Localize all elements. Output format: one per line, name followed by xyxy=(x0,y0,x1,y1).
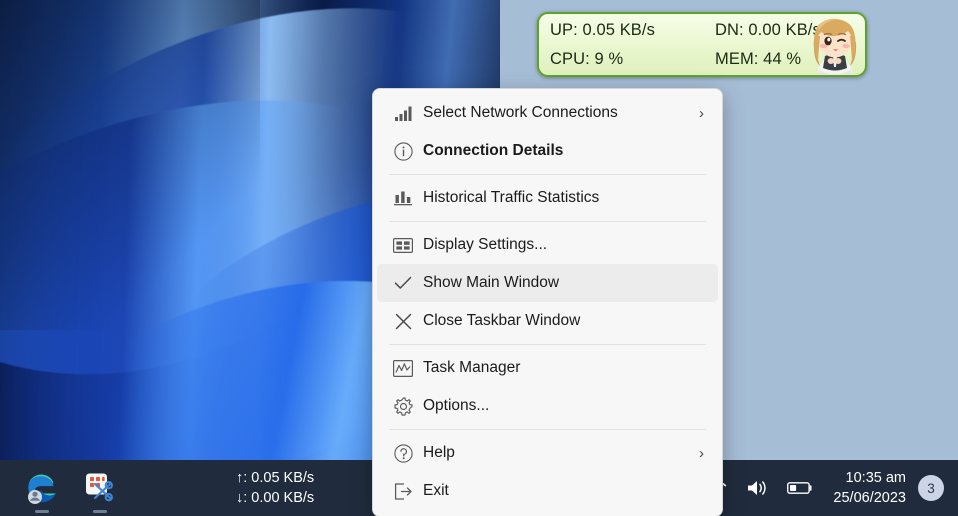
chevron-right-icon: › xyxy=(699,104,704,122)
task-manager-icon xyxy=(383,359,423,377)
desktop-screen: UP: 0.05 KB/s DN: 0.00 KB/s CPU: 9 % MEM… xyxy=(0,0,958,516)
menu-item-label: Show Main Window xyxy=(423,274,560,292)
menu-item-show-main-window[interactable]: Show Main Window xyxy=(377,264,718,302)
menu-item-options[interactable]: Options... xyxy=(377,387,718,425)
microsoft-edge-icon xyxy=(28,474,56,504)
info-circle-icon xyxy=(383,141,423,161)
exit-arrow-icon xyxy=(383,482,423,500)
menu-item-exit[interactable]: Exit xyxy=(377,472,718,510)
battery-icon[interactable] xyxy=(787,475,813,501)
menu-item-close-taskbar-window[interactable]: Close Taskbar Window xyxy=(377,302,718,340)
gear-icon xyxy=(383,396,423,416)
menu-item-label: Display Settings... xyxy=(423,236,548,254)
menu-item-label: Help xyxy=(423,444,455,462)
display-settings-icon xyxy=(383,237,423,253)
menu-item-label: Select Network Connections xyxy=(423,104,618,122)
volume-icon[interactable] xyxy=(745,475,771,501)
taskbar-upload-rate: ↑: 0.05 KB/s xyxy=(236,470,315,486)
menu-item-help[interactable]: Help › xyxy=(377,434,718,472)
menu-item-select-network-connections[interactable]: Select Network Connections › xyxy=(377,94,718,132)
clock-time: 10:35 am xyxy=(845,470,906,486)
close-x-icon xyxy=(383,313,423,330)
menu-separator xyxy=(389,429,706,430)
menu-item-display-settings[interactable]: Display Settings... xyxy=(377,226,718,264)
menu-item-label: Exit xyxy=(423,482,449,500)
checkmark-icon xyxy=(383,276,423,290)
chevron-right-icon: › xyxy=(699,444,704,462)
taskbar-app-buttons xyxy=(24,468,118,513)
taskbar-download-rate: ↓: 0.00 KB/s xyxy=(236,490,315,506)
menu-separator xyxy=(389,221,706,222)
signal-bars-icon xyxy=(383,106,423,121)
tray-context-menu[interactable]: Select Network Connections › Connection … xyxy=(372,88,723,516)
menu-separator xyxy=(389,344,706,345)
network-speed-widget[interactable]: UP: 0.05 KB/s DN: 0.00 KB/s CPU: 9 % MEM… xyxy=(537,12,867,77)
clock-date: 25/06/2023 xyxy=(833,490,906,506)
menu-item-label: Close Taskbar Window xyxy=(423,312,581,330)
widget-cpu-usage: CPU: 9 % xyxy=(550,50,624,68)
widget-upload-speed: UP: 0.05 KB/s xyxy=(550,21,655,39)
anime-girl-avatar xyxy=(805,14,865,75)
menu-separator xyxy=(389,174,706,175)
app-running-indicator xyxy=(93,509,107,513)
menu-item-label: Task Manager xyxy=(423,359,521,377)
notification-count-badge[interactable]: 3 xyxy=(918,475,944,501)
menu-item-connection-details[interactable]: Connection Details xyxy=(377,132,718,170)
menu-item-label: Connection Details xyxy=(423,142,564,160)
snipping-tool-icon xyxy=(86,473,113,502)
menu-item-label: Options... xyxy=(423,397,490,415)
menu-item-label: Historical Traffic Statistics xyxy=(423,189,600,207)
taskbar-app-microsoft-edge[interactable] xyxy=(24,468,60,513)
app-running-indicator xyxy=(35,509,49,513)
menu-item-task-manager[interactable]: Task Manager xyxy=(377,349,718,387)
taskbar-clock[interactable]: 10:35 am 25/06/2023 xyxy=(833,468,906,508)
taskbar-app-snipping-tool[interactable] xyxy=(82,468,118,513)
taskbar-net-rates: ↑: 0.05 KB/s ↓: 0.00 KB/s xyxy=(236,468,356,508)
bar-chart-icon xyxy=(383,190,423,206)
wallpaper-shadow xyxy=(0,0,260,330)
menu-item-historical-traffic-statistics[interactable]: Historical Traffic Statistics xyxy=(377,179,718,217)
help-circle-icon xyxy=(383,443,423,463)
